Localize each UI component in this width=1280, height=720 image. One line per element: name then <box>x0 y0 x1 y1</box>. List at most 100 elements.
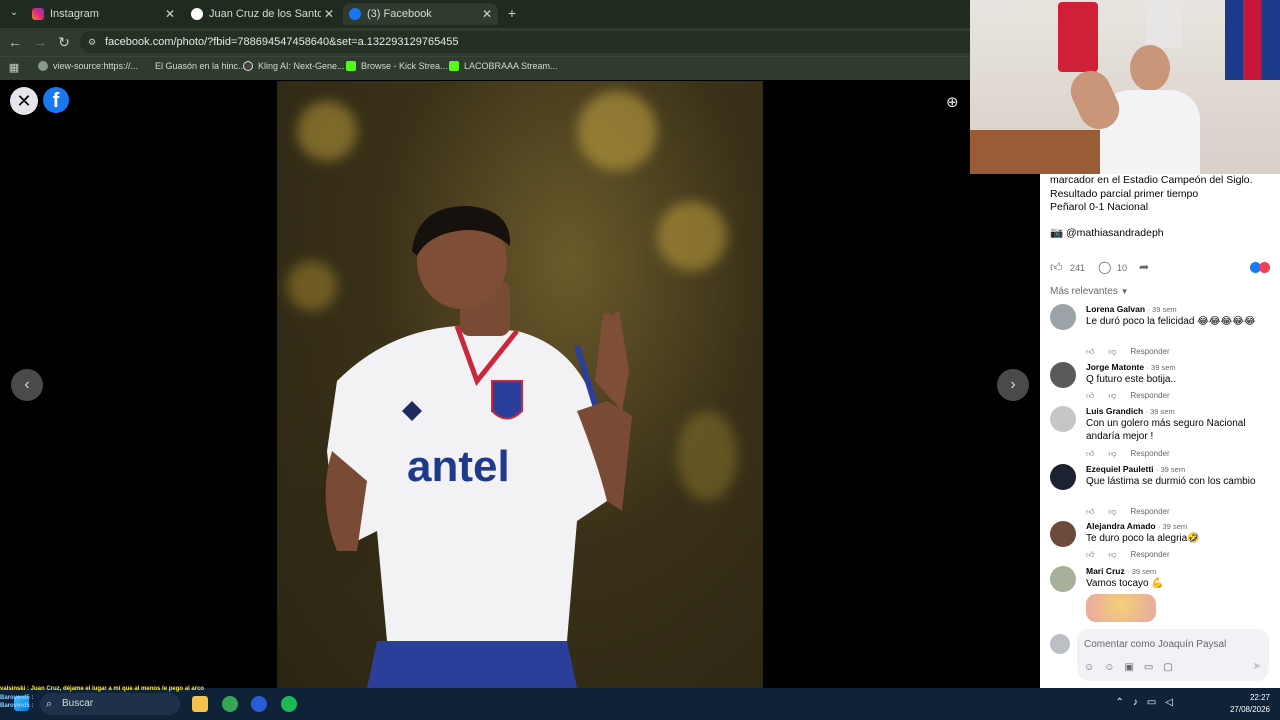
share-icon[interactable]: ➦ <box>1139 260 1149 274</box>
bookmark-label: LACOBRAAA Stream... <box>464 61 558 71</box>
gif-icon[interactable]: ▭ <box>1144 662 1163 673</box>
post-details-panel: marcador en el Estadio Campeón del Siglo… <box>1040 174 1280 688</box>
tab-search-chevron-icon[interactable]: ⌄ <box>6 5 22 21</box>
thumbs-down-icon[interactable]: 👎︎ <box>1108 550 1116 560</box>
clock-date: 27/08/2026 <box>1229 705 1270 714</box>
zoom-in-icon[interactable]: ⊕ <box>946 93 966 113</box>
chat-line: valsinski : Juan Cruz, déjame el lugar a… <box>0 686 205 692</box>
camera-icon[interactable]: ▣ <box>1124 662 1143 673</box>
bookmark-label: Browse - Kick Strea... <box>361 61 448 71</box>
comment-text: Vamos tocayo 💪 <box>1086 578 1164 589</box>
reply-button[interactable]: Responder <box>1131 347 1170 356</box>
thumbs-up-icon[interactable]: 👍︎ <box>1086 550 1094 560</box>
comment-input[interactable]: Comentar como Joaquín Paysal ☺☺▣▭▢ ➤ <box>1077 629 1269 681</box>
thumbs-up-icon[interactable]: 👍︎ <box>1086 391 1094 401</box>
comment-text: Te duro poco la alegria🤣 <box>1086 533 1200 544</box>
post-caption: marcador en el Estadio Campeón del Siglo… <box>1050 174 1270 215</box>
comment-sort-dropdown[interactable]: Más relevantes ▼ <box>1050 286 1129 297</box>
bookmark-kick[interactable]: Browse - Kick Strea... <box>346 61 448 71</box>
avatar[interactable] <box>1050 464 1076 490</box>
comment-author[interactable]: Alejandra Amado · 39 sem <box>1086 521 1187 531</box>
chevron-up-icon[interactable]: ⌃ <box>1115 697 1132 708</box>
comment-author[interactable]: Mari Cruz · 39 sem <box>1086 566 1156 576</box>
comment-actions: 👍︎ 👎︎ Responder <box>1086 347 1184 357</box>
composer-tools: ☺☺▣▭▢ <box>1084 662 1183 673</box>
thumbs-down-icon[interactable]: 👎︎ <box>1108 449 1116 459</box>
thumbs-down-icon[interactable]: 👎︎ <box>1108 391 1116 401</box>
bookmark-lacobraaa[interactable]: LACOBRAAA Stream... <box>449 61 558 71</box>
apps-grid-icon[interactable]: ▦ <box>6 60 22 76</box>
volume-icon[interactable]: ◁ <box>1165 697 1182 708</box>
reply-button[interactable]: Responder <box>1131 449 1170 458</box>
avatar[interactable] <box>1050 521 1076 547</box>
google-icon <box>191 8 203 20</box>
caption-line: Resultado parcial primer tiempo <box>1050 187 1199 200</box>
microphone-icon[interactable]: ♪ <box>1133 697 1147 708</box>
address-bar[interactable]: ⚙ facebook.com/photo/?fbid=7886945474586… <box>80 31 980 53</box>
forward-button[interactable]: → <box>32 34 48 50</box>
network-icon[interactable]: ▭ <box>1147 697 1165 708</box>
thumbs-up-icon[interactable]: 👍︎ <box>1086 449 1094 459</box>
tab-label: Instagram <box>50 8 99 20</box>
previous-photo-button[interactable]: ‹ <box>11 369 43 401</box>
back-button[interactable]: ← <box>7 34 23 50</box>
comment-placeholder: Comentar como Joaquín Paysal <box>1084 639 1227 650</box>
comment-author[interactable]: Jorge Matonte · 39 sem <box>1086 362 1176 372</box>
thumbs-down-icon[interactable]: 👎︎ <box>1108 507 1116 517</box>
comment-author[interactable]: Luis Grandich · 39 sem <box>1086 406 1175 416</box>
like-icon[interactable]: 👍︎ <box>1050 260 1063 275</box>
avatar[interactable] <box>1050 362 1076 388</box>
comment-item: Lorena Galvan · 39 sem Le duró poco la f… <box>1050 304 1275 360</box>
avatar[interactable] <box>1050 634 1070 654</box>
comment-item: Jorge Matonte · 39 sem Q futuro este bot… <box>1050 362 1275 406</box>
avatar[interactable] <box>1050 304 1076 330</box>
avatar[interactable] <box>1050 566 1076 592</box>
comment-text: Que lástima se durmió con los cambio <box>1086 476 1256 487</box>
close-tab-icon[interactable]: ✕ <box>165 7 175 21</box>
bookmark-kling[interactable]: Kling AI: Next-Gene... <box>243 61 345 71</box>
kick-icon <box>449 61 459 71</box>
new-tab-button[interactable]: + <box>504 5 520 21</box>
thumbs-up-icon[interactable]: 👍︎ <box>1086 507 1094 517</box>
chat-line: Baroverd5 : <box>0 703 34 709</box>
photo-credit[interactable]: 📷 @mathiasandradeph <box>1050 226 1164 239</box>
close-tab-icon[interactable]: ✕ <box>324 7 334 21</box>
facebook-logo-icon[interactable]: f <box>43 87 69 113</box>
close-viewer-button[interactable]: ✕ <box>10 87 38 115</box>
avatar[interactable] <box>1050 406 1076 432</box>
site-info-icon[interactable]: ⚙ <box>88 31 96 53</box>
kick-icon <box>346 61 356 71</box>
emoji-icon[interactable]: ☺ <box>1104 662 1124 673</box>
avatar-sticker-icon[interactable]: ☺ <box>1084 662 1104 673</box>
bookmark-view-source[interactable]: view-source:https://... <box>38 61 138 71</box>
thumbs-down-icon[interactable]: 👎︎ <box>1108 347 1116 357</box>
comment-author[interactable]: Ezequiel Pauletti · 39 sem <box>1086 464 1185 474</box>
bookmark-guason[interactable]: El Guasón en la hinc... <box>155 61 246 71</box>
tray-icons: ⌃♪▭◁ <box>1115 697 1182 709</box>
tab-label: Juan Cruz de los Santos campe <box>209 8 321 20</box>
reply-button[interactable]: Responder <box>1131 550 1170 559</box>
jersey-sponsor-text: antel <box>407 442 510 491</box>
sticker-icon[interactable]: ▢ <box>1163 662 1182 673</box>
next-photo-button[interactable]: › <box>997 369 1029 401</box>
comment-author[interactable]: Lorena Galvan · 39 sem <box>1086 304 1177 314</box>
thumbs-up-icon[interactable]: 👍︎ <box>1086 347 1094 357</box>
comment-composer: Comentar como Joaquín Paysal ☺☺▣▭▢ ➤ <box>1050 629 1275 684</box>
like-count[interactable]: 241 <box>1070 263 1085 273</box>
system-tray[interactable]: ⌃♪▭◁ 22:27 27/08/2026 <box>1115 692 1270 716</box>
bookmark-label: Kling AI: Next-Gene... <box>258 61 345 71</box>
comment-icon[interactable]: ◯ <box>1098 260 1111 274</box>
comment-count[interactable]: 10 <box>1117 263 1127 273</box>
reply-button[interactable]: Responder <box>1131 507 1170 516</box>
reload-button[interactable]: ↻ <box>56 34 72 50</box>
tab-instagram[interactable]: Instagram ✕ <box>26 3 181 25</box>
comment-text: Le duró poco la felicidad 😂😂😂😂😂 <box>1086 316 1256 327</box>
send-icon[interactable]: ➤ <box>1253 661 1261 672</box>
comment-item: Ezequiel Pauletti · 39 sem Que lástima s… <box>1050 464 1275 520</box>
reply-button[interactable]: Responder <box>1131 391 1170 400</box>
bookmark-label: El Guasón en la hinc... <box>155 61 246 71</box>
tab-facebook[interactable]: (3) Facebook ✕ <box>343 3 498 25</box>
tab-google-search[interactable]: Juan Cruz de los Santos campe ✕ <box>185 3 340 25</box>
close-tab-icon[interactable]: ✕ <box>482 7 492 21</box>
comment-actions: 👍︎ 👎︎ Responder <box>1086 449 1184 459</box>
